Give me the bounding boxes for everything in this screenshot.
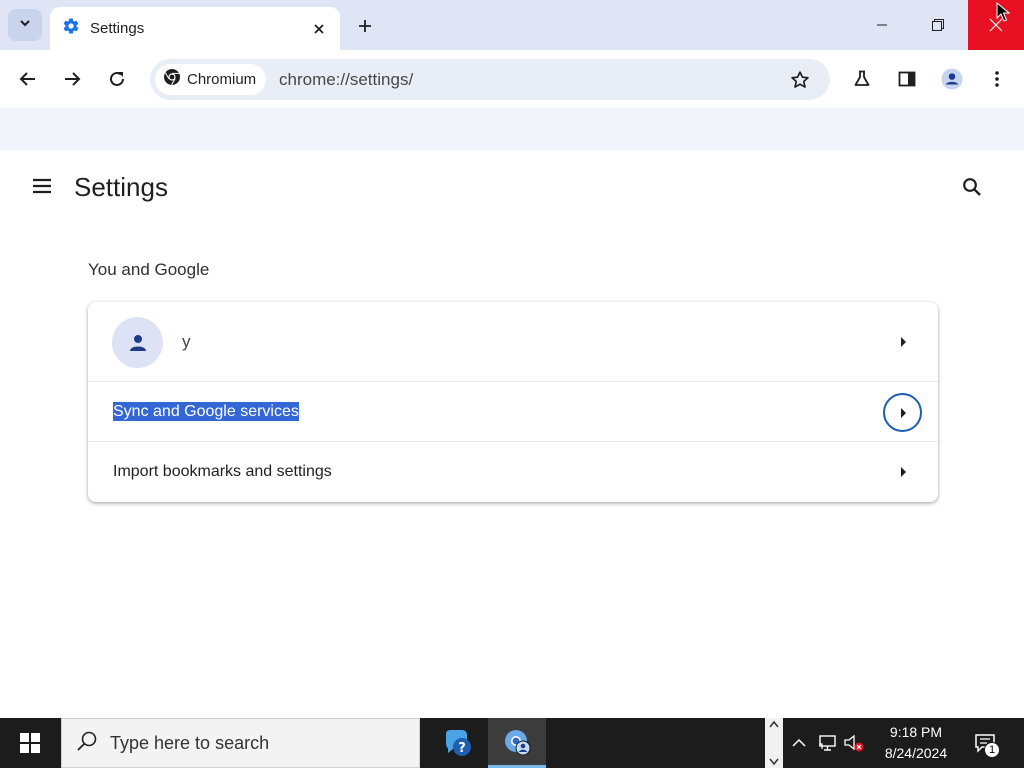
- site-info-chip[interactable]: Chromium: [155, 64, 267, 95]
- selected-text: Sync and Google services: [113, 401, 299, 421]
- url-text[interactable]: chrome://settings/: [279, 70, 413, 90]
- labs-flask-icon[interactable]: [845, 62, 879, 96]
- chevron-up-icon: [769, 720, 779, 728]
- chevron-down-icon: [18, 16, 32, 35]
- sync-and-google-services-row[interactable]: Sync and Google services: [88, 382, 938, 442]
- taskbar-search-box[interactable]: Type here to search: [61, 718, 420, 768]
- reload-button[interactable]: [100, 62, 134, 96]
- profile-row[interactable]: y: [88, 302, 938, 382]
- notification-center-icon[interactable]: 1: [968, 728, 1002, 758]
- arrow-right-icon[interactable]: [883, 393, 922, 432]
- search-placeholder: Type here to search: [110, 732, 270, 753]
- toolbar-bookmark-area: [0, 108, 1024, 150]
- tab-title: Settings: [90, 20, 145, 37]
- address-bar[interactable]: Chromium chrome://settings/: [150, 59, 830, 100]
- tab-settings[interactable]: Settings: [50, 7, 340, 50]
- you-and-google-card: y Sync and Google services Import bookma…: [88, 302, 938, 502]
- side-panel-icon[interactable]: [890, 62, 924, 96]
- import-bookmarks-row[interactable]: Import bookmarks and settings: [88, 442, 938, 502]
- network-icon[interactable]: [817, 732, 839, 754]
- taskbar-scrollbar[interactable]: [765, 718, 783, 768]
- search-settings-icon[interactable]: [957, 172, 987, 202]
- arrow-right-icon[interactable]: [893, 462, 913, 482]
- avatar: [112, 317, 163, 368]
- import-row-label: Import bookmarks and settings: [113, 463, 332, 480]
- search-icon: [76, 730, 98, 757]
- taskbar: Type here to search ? 9:18 PM 8/24/2024 …: [0, 718, 1024, 768]
- profile-name: y: [182, 332, 191, 351]
- start-button[interactable]: [0, 718, 60, 768]
- section-title: You and Google: [88, 260, 210, 279]
- page-title: Settings: [74, 172, 168, 202]
- tab-strip: Settings: [0, 0, 1024, 50]
- gear-icon: [62, 17, 80, 40]
- tab-search-button[interactable]: [8, 9, 42, 41]
- site-chip-label: Chromium: [187, 71, 257, 88]
- minimize-button[interactable]: [854, 0, 910, 50]
- mouse-cursor-icon: [996, 1, 1011, 22]
- profile-avatar-icon[interactable]: [935, 62, 969, 96]
- browser-toolbar: Chromium chrome://settings/: [0, 50, 1024, 150]
- main-menu-icon[interactable]: [28, 172, 56, 200]
- bookmark-star-icon[interactable]: [786, 66, 814, 94]
- volume-muted-icon[interactable]: [843, 732, 865, 754]
- chevron-down-icon: [769, 758, 779, 766]
- chromium-taskbar-icon[interactable]: [488, 718, 546, 768]
- new-tab-button[interactable]: [352, 13, 378, 39]
- clock-time: 9:18 PM: [889, 724, 943, 740]
- clock[interactable]: 9:18 PM 8/24/2024: [872, 722, 960, 764]
- get-help-app-icon[interactable]: ?: [428, 718, 486, 768]
- sync-row-label: Sync and Google services: [113, 401, 299, 421]
- notification-count-badge: 1: [984, 742, 1000, 758]
- arrow-right-icon[interactable]: [893, 332, 913, 352]
- clock-date: 8/24/2024: [884, 745, 948, 761]
- more-menu-icon[interactable]: [980, 62, 1014, 96]
- chromium-logo-icon: [163, 68, 181, 91]
- back-button[interactable]: [11, 62, 45, 96]
- show-hidden-icons-chevron-icon[interactable]: [788, 732, 810, 754]
- close-tab-icon[interactable]: [310, 20, 328, 38]
- svg-text:?: ?: [458, 741, 466, 756]
- restore-button[interactable]: [910, 0, 966, 50]
- forward-button[interactable]: [55, 62, 89, 96]
